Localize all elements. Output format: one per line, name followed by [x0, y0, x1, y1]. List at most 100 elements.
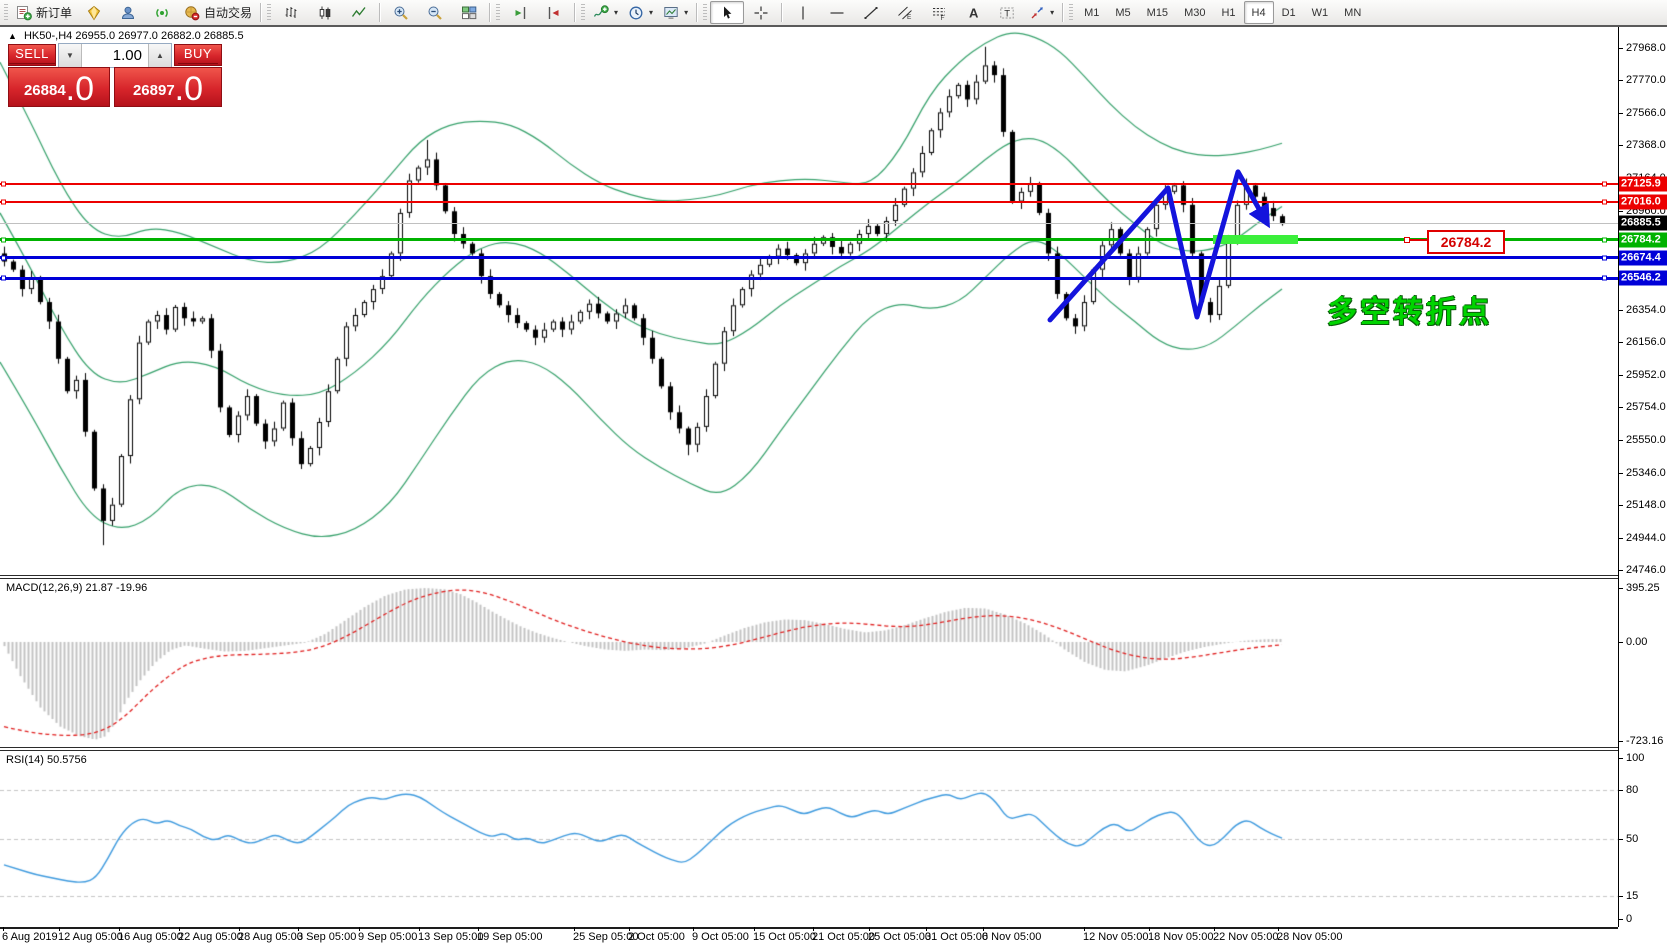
time-tick-label: 9 Sep 05:00: [358, 931, 418, 943]
templates-button[interactable]: ▾: [658, 1, 693, 24]
volume-increase-button[interactable]: ▲: [148, 44, 171, 67]
macd-tick-mark: [1618, 740, 1623, 742]
indicators-button[interactable]: ▾: [588, 1, 623, 24]
hline-26674.4[interactable]: [0, 255, 1618, 261]
macd-pane-canvas[interactable]: [0, 580, 1618, 747]
text-button[interactable]: A: [956, 1, 990, 24]
sell-price-button[interactable]: 26884 .0: [8, 67, 110, 107]
zoom-out-icon: [427, 5, 443, 21]
bar-chart-button[interactable]: [274, 1, 308, 24]
line-handle[interactable]: [1602, 275, 1607, 281]
toolbar-grip: [703, 4, 708, 21]
line-handle[interactable]: [1602, 181, 1607, 187]
auto-trading-icon: [184, 5, 200, 21]
tf-m30-button[interactable]: M30: [1176, 1, 1213, 24]
arrows-button[interactable]: ▾: [1024, 1, 1059, 24]
collapse-panel-icon[interactable]: ▲: [8, 31, 17, 41]
hline-27125.9[interactable]: [0, 181, 1618, 187]
chart-profiles-button[interactable]: [77, 1, 111, 24]
equidistant-channel-button[interactable]: E: [888, 1, 922, 24]
line-handle[interactable]: [1602, 237, 1607, 243]
line-handle[interactable]: [1, 275, 6, 281]
auto-scroll-button[interactable]: [503, 1, 537, 24]
volume-stepper[interactable]: ▼ 1.00 ▲: [58, 43, 172, 68]
fibonacci-button[interactable]: F: [922, 1, 956, 24]
pane-separator-rsi[interactable]: [0, 747, 1618, 751]
text-label-button[interactable]: T: [990, 1, 1024, 24]
time-tick-label: 13 Sep 05:00: [418, 931, 484, 943]
time-tick-label: 6 Aug 2019: [2, 931, 58, 943]
tf-mn-button[interactable]: MN: [1336, 1, 1369, 24]
chart-ohlc-values: 26955.0 26977.0 26882.0 26885.5: [75, 30, 244, 42]
tf-m1-button[interactable]: M1: [1076, 1, 1107, 24]
horizontal-line-button[interactable]: [820, 1, 854, 24]
text-icon: A: [965, 5, 981, 21]
vertical-line-button[interactable]: [786, 1, 820, 24]
toolbar-separator: [574, 3, 577, 22]
tile-windows-icon: [461, 5, 477, 21]
signals-button[interactable]: [145, 1, 179, 24]
toolbar-grip: [1069, 4, 1074, 21]
rsi-indicator-label: RSI(14) 50.5756: [6, 754, 87, 766]
chart-shift-button[interactable]: [537, 1, 571, 24]
line-chart-icon: [351, 5, 367, 21]
line-chart-button[interactable]: [342, 1, 376, 24]
line-handle[interactable]: [1602, 199, 1607, 205]
price-tick-mark: [1618, 341, 1623, 343]
tf-h1-button[interactable]: H1: [1213, 1, 1243, 24]
trendline-button[interactable]: [854, 1, 888, 24]
price-callout-label[interactable]: 26784.2: [1427, 229, 1505, 254]
new-order-button[interactable]: 新订单: [11, 1, 77, 24]
chart-profiles-icon: [86, 5, 102, 21]
tf-w1-button[interactable]: W1: [1304, 1, 1337, 24]
tf-h4-button[interactable]: H4: [1243, 1, 1274, 24]
line-handle[interactable]: [1602, 255, 1607, 261]
candle-chart-button[interactable]: [308, 1, 342, 24]
volume-input[interactable]: 1.00: [82, 44, 148, 67]
zoom-out-button[interactable]: [418, 1, 452, 24]
auto-trading-button[interactable]: 自动交易: [179, 1, 257, 24]
buy-price-frac: .0: [174, 70, 204, 108]
tf-d1-button[interactable]: D1: [1274, 1, 1304, 24]
rsi-pane-canvas[interactable]: [0, 752, 1618, 927]
hline-27016.0[interactable]: [0, 199, 1618, 205]
buy-button[interactable]: BUY: [174, 44, 222, 66]
macd-tick-label: 0.00: [1626, 636, 1648, 648]
line-handle[interactable]: [1, 255, 6, 261]
price-tick-label: 27770.0: [1626, 74, 1666, 86]
price-tick-mark: [1618, 472, 1623, 474]
templates-dropdown-icon[interactable]: ▾: [684, 8, 688, 17]
line-handle[interactable]: [1, 237, 6, 243]
rsi-tick-label: 100: [1626, 752, 1645, 764]
zoom-in-button[interactable]: [384, 1, 418, 24]
buy-price-button[interactable]: 26897 .0: [114, 67, 222, 107]
volume-decrease-button[interactable]: ▼: [59, 44, 82, 67]
time-tick-label: 28 Aug 05:00: [238, 931, 303, 943]
line-handle[interactable]: [1, 199, 6, 205]
svg-text:E: E: [907, 14, 912, 21]
sell-button[interactable]: SELL: [8, 44, 56, 66]
hline-26546.2[interactable]: [0, 275, 1618, 281]
macd-indicator-label: MACD(12,26,9) 21.87 -19.96: [6, 582, 148, 594]
indicators-dropdown-icon[interactable]: ▾: [614, 8, 618, 17]
market-watch-button[interactable]: [111, 1, 145, 24]
arrows-dropdown-icon[interactable]: ▾: [1050, 8, 1054, 17]
support-highlight-rectangle[interactable]: [1213, 234, 1298, 244]
toolbar-separator: [379, 3, 382, 22]
periods-dropdown-icon[interactable]: ▾: [649, 8, 653, 17]
hline-26784.2[interactable]: [0, 237, 1618, 243]
chart-shift-icon: [546, 5, 562, 21]
line-handle[interactable]: [1, 181, 6, 187]
price-tick-mark: [1618, 538, 1623, 540]
tf-m15-button[interactable]: M15: [1139, 1, 1176, 24]
tile-windows-button[interactable]: [452, 1, 486, 24]
crosshair-button[interactable]: [744, 1, 778, 24]
rsi-tick-mark: [1618, 839, 1623, 840]
tf-m5-button[interactable]: M5: [1107, 1, 1138, 24]
indicators-icon: [593, 4, 609, 21]
cursor-button[interactable]: [710, 1, 745, 24]
periods-button[interactable]: ▾: [623, 1, 658, 24]
pane-separator-macd[interactable]: [0, 575, 1618, 579]
time-tick-label: 12 Aug 05:00: [58, 931, 123, 943]
auto-trading-label: 自动交易: [204, 6, 253, 20]
